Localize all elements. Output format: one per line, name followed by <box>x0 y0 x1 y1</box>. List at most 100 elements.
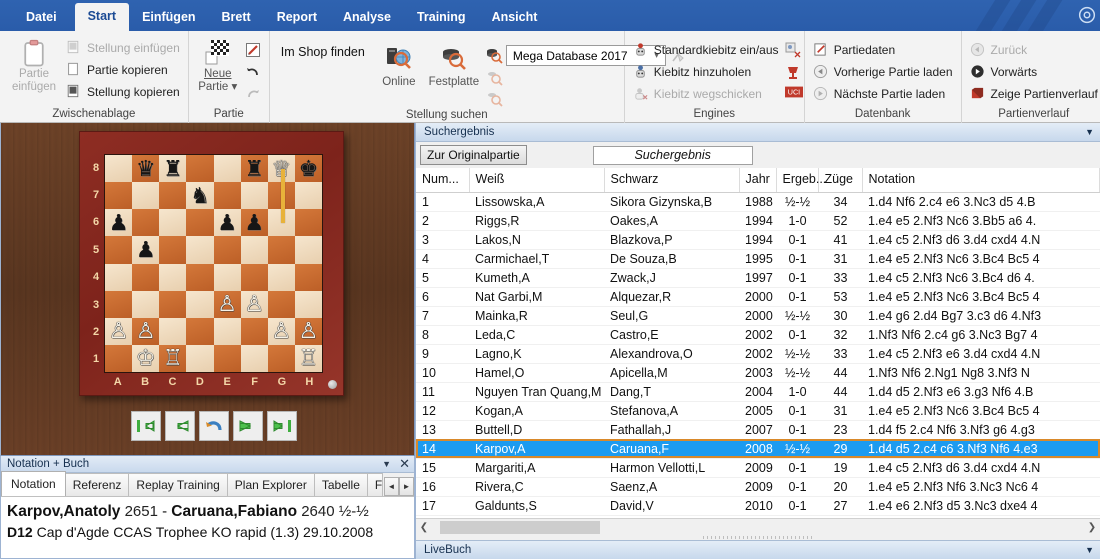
uci-button[interactable]: UCI <box>782 83 804 105</box>
results-horizontal-scrollbar[interactable]: ❮ ❯ <box>416 518 1100 535</box>
board-square-c7[interactable] <box>159 182 187 210</box>
board-square-b5[interactable]: ♟ <box>132 236 160 264</box>
board-square-e2[interactable] <box>213 317 241 345</box>
board-square-a3[interactable] <box>105 290 133 318</box>
board-square-d8[interactable] <box>186 155 214 183</box>
search-online-button[interactable]: Online <box>375 43 423 89</box>
board-square-c2[interactable] <box>159 317 187 345</box>
board-square-e6[interactable]: ♟ <box>213 209 241 237</box>
white-pawn-piece[interactable]: ♙ <box>268 318 295 345</box>
table-row[interactable]: 2 Riggs,R Oakes,A 1994 1-0 52 1.e4 e5 2.Nf3 Nc… <box>416 211 1100 231</box>
col-zuege[interactable]: Züge <box>818 168 863 193</box>
copy-game-button[interactable]: Partie kopieren <box>63 59 183 81</box>
table-row[interactable]: 11 Nguyen Tran Quang,M Dang,T 2004 1-0 44 1.d4… <box>416 382 1100 402</box>
board-square-c4[interactable] <box>159 263 187 291</box>
black-rook-piece[interactable]: ♜ <box>159 155 186 182</box>
board-square-e4[interactable] <box>213 263 241 291</box>
board-square-a5[interactable] <box>105 236 133 264</box>
table-row[interactable]: 7 Mainka,R Seul,G 2000 ½-½ 30 1.e4 g6 2.d4 Bg7… <box>416 306 1100 326</box>
col-schwarz[interactable]: Schwarz <box>604 168 740 193</box>
go-end-button[interactable] <box>267 411 297 441</box>
results-panel-menu-icon[interactable]: ▼ <box>1085 127 1094 137</box>
tab-form[interactable]: Form <box>366 473 383 496</box>
add-kibitzer-button[interactable]: Kiebitz hinzuholen <box>630 61 782 83</box>
board-square-g3[interactable] <box>267 290 295 318</box>
board-square-b2[interactable]: ♙ <box>132 317 160 345</box>
ribbon-tab-datei[interactable]: Datei <box>8 4 75 31</box>
copy-position-button[interactable]: Stellung kopieren <box>63 81 183 103</box>
scroll-thumb[interactable] <box>440 520 600 534</box>
board-square-a7[interactable] <box>105 182 133 210</box>
tab-scroll-left-icon[interactable]: ◄ <box>384 477 399 496</box>
go-forward-button[interactable] <box>233 411 263 441</box>
table-row[interactable]: 3 Lakos,N Blazkova,P 1994 0-1 41 1.e4 c5 2.Nf3… <box>416 230 1100 250</box>
go-back-button[interactable] <box>165 411 195 441</box>
black-queen-piece[interactable]: ♛ <box>132 155 159 182</box>
board-square-h1[interactable]: ♖ <box>294 344 322 372</box>
board-grid[interactable]: ♛♜♜♕♚♞♟♟♟♟♙♙♙♙♙♙♔♖♖ <box>104 154 323 373</box>
black-rook-piece[interactable]: ♜ <box>241 155 268 182</box>
search-disk-button[interactable]: Festplatte <box>423 43 485 89</box>
redo-button[interactable] <box>242 83 264 105</box>
board-square-d1[interactable] <box>186 344 214 372</box>
board-square-b4[interactable] <box>132 263 160 291</box>
new-game-button[interactable]: Neue Partie ▾ <box>194 35 242 94</box>
board-square-d6[interactable] <box>186 209 214 237</box>
notation-panel-close-icon[interactable]: ✕ <box>399 456 410 472</box>
board-square-a2[interactable]: ♙ <box>105 317 133 345</box>
search-book-icon[interactable] <box>486 69 504 87</box>
scroll-left-icon[interactable]: ❮ <box>416 520 432 535</box>
table-row[interactable]: 13 Buttell,D Fathallah,J 2007 0-1 23 1.d4 f5 2… <box>416 420 1100 440</box>
black-pawn-piece[interactable]: ♟ <box>214 209 241 236</box>
board-square-b3[interactable] <box>132 290 160 318</box>
black-pawn-piece[interactable]: ♟ <box>132 236 159 263</box>
board-square-f1[interactable] <box>240 344 268 372</box>
board-square-c1[interactable]: ♖ <box>159 344 187 372</box>
board-square-f7[interactable] <box>240 182 268 210</box>
tab-tabelle[interactable]: Tabelle <box>313 473 368 496</box>
board-square-h3[interactable] <box>294 290 322 318</box>
notation-panel-menu-icon[interactable]: ▼ <box>382 459 391 469</box>
board-square-a1[interactable] <box>105 344 133 372</box>
chess-board[interactable]: 87654321 ABCDEFGH ♛♜♜♕♚♞♟♟♟♟♙♙♙♙♙♙♔♖♖ <box>79 131 344 396</box>
engine-tournament-button[interactable] <box>782 61 804 83</box>
board-square-b1[interactable]: ♔ <box>132 344 160 372</box>
white-rook-piece[interactable]: ♖ <box>159 345 186 372</box>
board-square-h4[interactable] <box>294 263 322 291</box>
go-start-button[interactable] <box>131 411 161 441</box>
board-square-f3[interactable]: ♙ <box>240 290 268 318</box>
scroll-right-icon[interactable]: ❯ <box>1084 520 1100 535</box>
board-square-d5[interactable] <box>186 236 214 264</box>
original-game-button[interactable]: Zur Originalpartie <box>420 145 527 165</box>
board-square-e8[interactable] <box>213 155 241 183</box>
board-square-b7[interactable] <box>132 182 160 210</box>
black-pawn-piece[interactable]: ♟ <box>105 209 132 236</box>
tab-scroll-right-icon[interactable]: ► <box>399 477 414 496</box>
board-square-h2[interactable]: ♙ <box>294 317 322 345</box>
undo-button[interactable] <box>242 61 264 83</box>
board-square-d2[interactable] <box>186 317 214 345</box>
col-num[interactable]: Num... <box>416 168 470 193</box>
shop-find-link[interactable]: Im Shop finden <box>275 43 375 59</box>
board-square-h6[interactable] <box>294 209 322 237</box>
board-square-h8[interactable]: ♚ <box>294 155 322 183</box>
board-square-a6[interactable]: ♟ <box>105 209 133 237</box>
tab-referenz[interactable]: Referenz <box>64 473 130 496</box>
col-jahr[interactable]: Jahr <box>739 168 777 193</box>
board-square-b6[interactable] <box>132 209 160 237</box>
board-square-g4[interactable] <box>267 263 295 291</box>
ribbon-tab-analyse[interactable]: Analyse <box>330 4 404 31</box>
engine-settings-button[interactable] <box>782 39 804 61</box>
history-back-button[interactable]: Zurück <box>967 39 1100 61</box>
board-square-d3[interactable] <box>186 290 214 318</box>
tab-replay-training[interactable]: Replay Training <box>128 473 228 496</box>
edit-board-button[interactable] <box>242 39 264 61</box>
table-row[interactable]: 16 Rivera,C Saenz,A 2009 0-1 20 1.e4 e5 2.Nf3 … <box>416 477 1100 497</box>
ribbon-tab-start[interactable]: Start <box>74 3 130 31</box>
white-pawn-piece[interactable]: ♙ <box>132 318 159 345</box>
table-row[interactable]: 18Peichel,RMarjanovic,S20100-1491.e4 e5 … <box>416 515 1100 518</box>
black-knight-piece[interactable]: ♞ <box>186 182 213 209</box>
table-row[interactable]: 10 Hamel,O Apicella,M 2003 ½-½ 44 1.Nf3 Nf6 2.… <box>416 363 1100 383</box>
board-square-c5[interactable] <box>159 236 187 264</box>
board-square-e5[interactable] <box>213 236 241 264</box>
